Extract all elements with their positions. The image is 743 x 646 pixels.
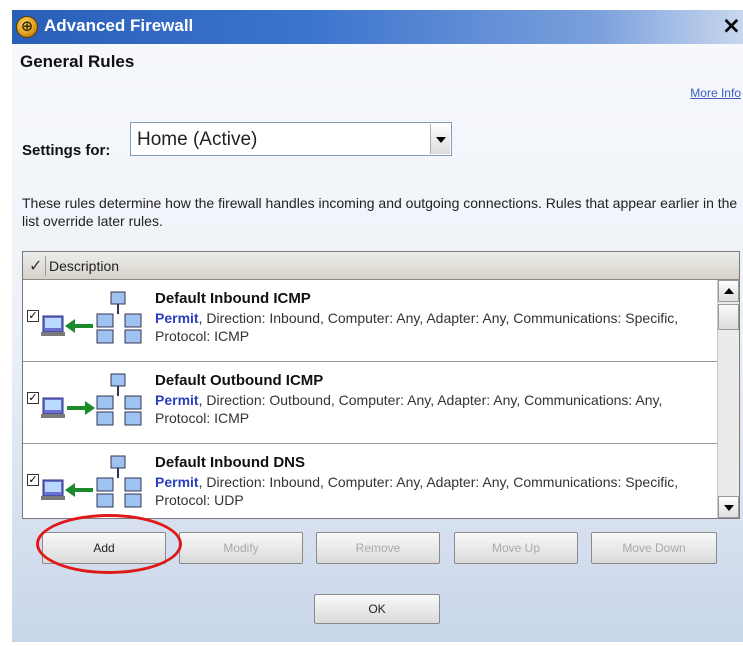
rule-details: Permit, Direction: Inbound, Computer: An…	[155, 473, 695, 509]
chevron-down-icon[interactable]	[430, 124, 450, 154]
remove-button[interactable]: Remove	[316, 532, 440, 564]
inbound-connection-icon	[41, 452, 153, 512]
rule-action: Permit	[155, 310, 199, 326]
rule-title: Default Outbound ICMP	[155, 372, 324, 389]
rule-row[interactable]: ✓ Default	[23, 280, 717, 362]
scroll-up-arrow-icon[interactable]	[718, 280, 739, 302]
close-button[interactable]: ×	[722, 13, 741, 39]
modify-button[interactable]: Modify	[179, 532, 303, 564]
rule-action: Permit	[155, 392, 199, 408]
move-down-button[interactable]: Move Down	[591, 532, 717, 564]
dialog-body: General Rules More Info Settings for: Ho…	[12, 44, 743, 642]
firewall-globe-icon: ⊕	[16, 16, 38, 38]
section-title: General Rules	[20, 52, 135, 71]
rule-details-text: , Direction: Outbound, Computer: Any, Ad…	[155, 392, 663, 426]
rule-checkbox[interactable]: ✓	[27, 310, 39, 322]
rule-row[interactable]: ✓ Default	[23, 444, 717, 518]
checkmark-icon[interactable]: ✓	[29, 256, 47, 276]
highlight-circle	[36, 514, 182, 574]
rule-details: Permit, Direction: Outbound, Computer: A…	[155, 391, 695, 427]
scroll-down-arrow-icon[interactable]	[718, 496, 739, 518]
rule-action: Permit	[155, 474, 199, 490]
vertical-scrollbar[interactable]	[717, 280, 739, 518]
move-up-button[interactable]: Move Up	[454, 532, 578, 564]
rule-title: Default Inbound ICMP	[155, 290, 311, 307]
rule-title: Default Inbound DNS	[155, 454, 305, 471]
inbound-connection-icon	[41, 288, 153, 348]
scroll-thumb[interactable]	[718, 304, 739, 330]
column-header-description[interactable]: Description	[49, 258, 119, 274]
rules-rows: ✓ Default Inbound ICMP Permit, Direction…	[23, 280, 717, 518]
window-title: Advanced Firewall	[44, 16, 194, 35]
rule-details: Permit, Direction: Inbound, Computer: An…	[155, 309, 695, 345]
ok-button[interactable]: OK	[314, 594, 440, 624]
settings-dropdown[interactable]: Home (Active)	[130, 122, 452, 156]
settings-label: Settings for:	[22, 142, 111, 159]
rule-checkbox[interactable]: ✓	[27, 392, 39, 404]
rule-details-text: , Direction: Inbound, Computer: Any, Ada…	[155, 474, 679, 508]
rules-description: These rules determine how the firewall h…	[22, 195, 738, 229]
rule-details-text: , Direction: Inbound, Computer: Any, Ada…	[155, 310, 679, 344]
outbound-connection-icon	[41, 370, 153, 430]
list-header[interactable]: ✓ Description	[23, 252, 739, 280]
rules-list[interactable]: ✓ Description ✓ Default Inbound ICMP Per…	[22, 251, 740, 519]
title-bar: ⊕ Advanced Firewall ×	[12, 10, 743, 44]
rule-checkbox[interactable]: ✓	[27, 474, 39, 486]
settings-value: Home (Active)	[137, 129, 258, 150]
rule-row[interactable]: ✓ Default	[23, 362, 717, 444]
more-info-link[interactable]: More Info	[690, 86, 741, 100]
